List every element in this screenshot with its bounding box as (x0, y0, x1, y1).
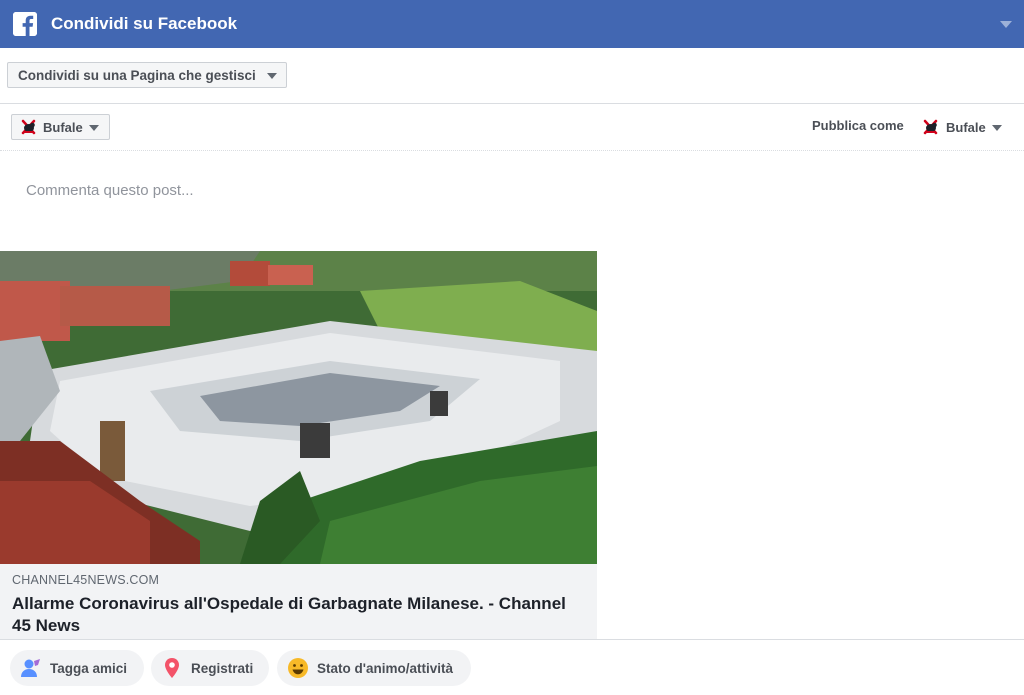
link-preview-card[interactable]: CHANNEL45NEWS.COM Allarme Coronavirus al… (0, 251, 597, 639)
preview-domain: CHANNEL45NEWS.COM (12, 573, 160, 587)
tag-friends-button[interactable]: Tagga amici (10, 650, 144, 686)
hospital-aerial-photo (0, 251, 597, 564)
location-pin-icon (165, 658, 179, 678)
tag-friends-icon (21, 659, 40, 677)
facebook-logo-icon (13, 12, 37, 36)
check-in-label: Registrati (191, 660, 254, 676)
page-selector[interactable]: Bufale (11, 114, 110, 140)
divider (0, 103, 1024, 104)
publish-as-page-name: Bufale (946, 120, 986, 135)
composer-actions: Tagga amici Registrati Stato d'animo/att… (0, 640, 1024, 695)
smiley-face-icon (288, 658, 308, 678)
page-avatar-icon (923, 119, 938, 135)
share-destination-select[interactable]: Condividi su una Pagina che gestisci (7, 62, 287, 88)
caret-down-icon (89, 125, 99, 131)
check-in-button[interactable]: Registrati (151, 650, 269, 686)
dialog-header: Condividi su Facebook (0, 0, 1024, 48)
page-selector-label: Bufale (43, 120, 83, 135)
chevron-down-icon[interactable] (1000, 21, 1012, 28)
publish-as-label: Pubblica come (812, 118, 904, 133)
caret-down-icon (992, 125, 1002, 131)
share-destination-label: Condividi su una Pagina che gestisci (18, 68, 256, 83)
comment-input[interactable] (12, 172, 1002, 208)
feeling-activity-label: Stato d'animo/attività (317, 660, 453, 676)
dialog-title: Condividi su Facebook (51, 14, 238, 33)
tag-friends-label: Tagga amici (50, 660, 128, 676)
publish-as-selector[interactable]: Bufale (922, 117, 1012, 137)
caret-down-icon (267, 73, 277, 79)
preview-title[interactable]: Allarme Coronavirus all'Ospedale di Garb… (12, 593, 582, 637)
divider (0, 150, 1024, 151)
page-avatar-icon (21, 119, 36, 135)
feeling-activity-button[interactable]: Stato d'animo/attività (277, 650, 471, 686)
